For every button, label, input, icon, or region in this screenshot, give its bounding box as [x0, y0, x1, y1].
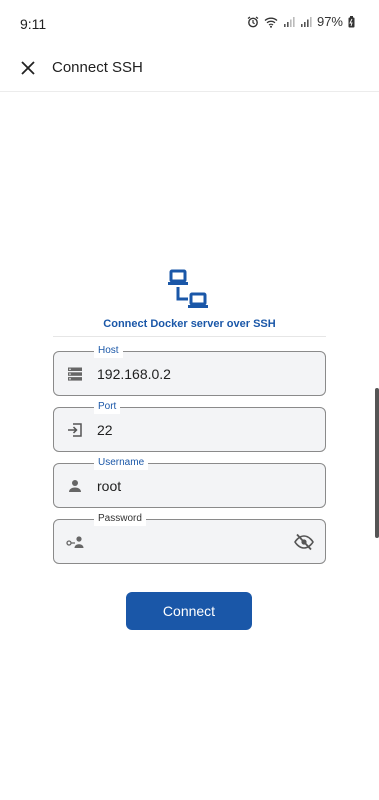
- person-icon: [66, 477, 84, 495]
- port-label: Port: [94, 400, 121, 414]
- wifi-icon: [264, 16, 278, 28]
- status-icons: 97%: [247, 14, 355, 29]
- signal-icon-2: [300, 16, 312, 28]
- battery-percent: 97%: [316, 14, 343, 29]
- username-input[interactable]: [97, 476, 287, 496]
- signal-icon: [283, 16, 295, 28]
- status-time: 9:11: [20, 16, 47, 32]
- password-label: Password: [94, 512, 146, 526]
- host-label: Host: [94, 344, 123, 358]
- password-input[interactable]: [97, 532, 287, 552]
- battery-icon: [348, 15, 355, 28]
- app-bar: Connect SSH: [0, 48, 379, 92]
- hero-title: Connect Docker server over SSH: [103, 318, 276, 330]
- visibility-off-icon[interactable]: [293, 532, 315, 552]
- divider: [53, 336, 326, 337]
- network-icon: [167, 268, 213, 314]
- login-icon: [66, 421, 84, 439]
- port-input[interactable]: [97, 420, 287, 440]
- scroll-indicator[interactable]: [375, 388, 379, 538]
- connect-button[interactable]: Connect: [126, 592, 252, 630]
- password-field[interactable]: Password: [53, 512, 326, 564]
- status-bar: 9:11 97%: [0, 0, 379, 48]
- host-field[interactable]: Host: [53, 344, 326, 396]
- username-field[interactable]: Username: [53, 456, 326, 508]
- server-icon: [66, 365, 84, 383]
- close-button[interactable]: [12, 54, 44, 86]
- host-input[interactable]: [97, 364, 287, 384]
- key-person-icon: [66, 533, 84, 551]
- port-field[interactable]: Port: [53, 400, 326, 452]
- close-icon[interactable]: [21, 60, 35, 80]
- alarm-icon: [247, 16, 259, 28]
- hero: Connect Docker server over SSH: [0, 268, 379, 330]
- username-label: Username: [94, 456, 149, 470]
- page-title: Connect SSH: [52, 59, 143, 76]
